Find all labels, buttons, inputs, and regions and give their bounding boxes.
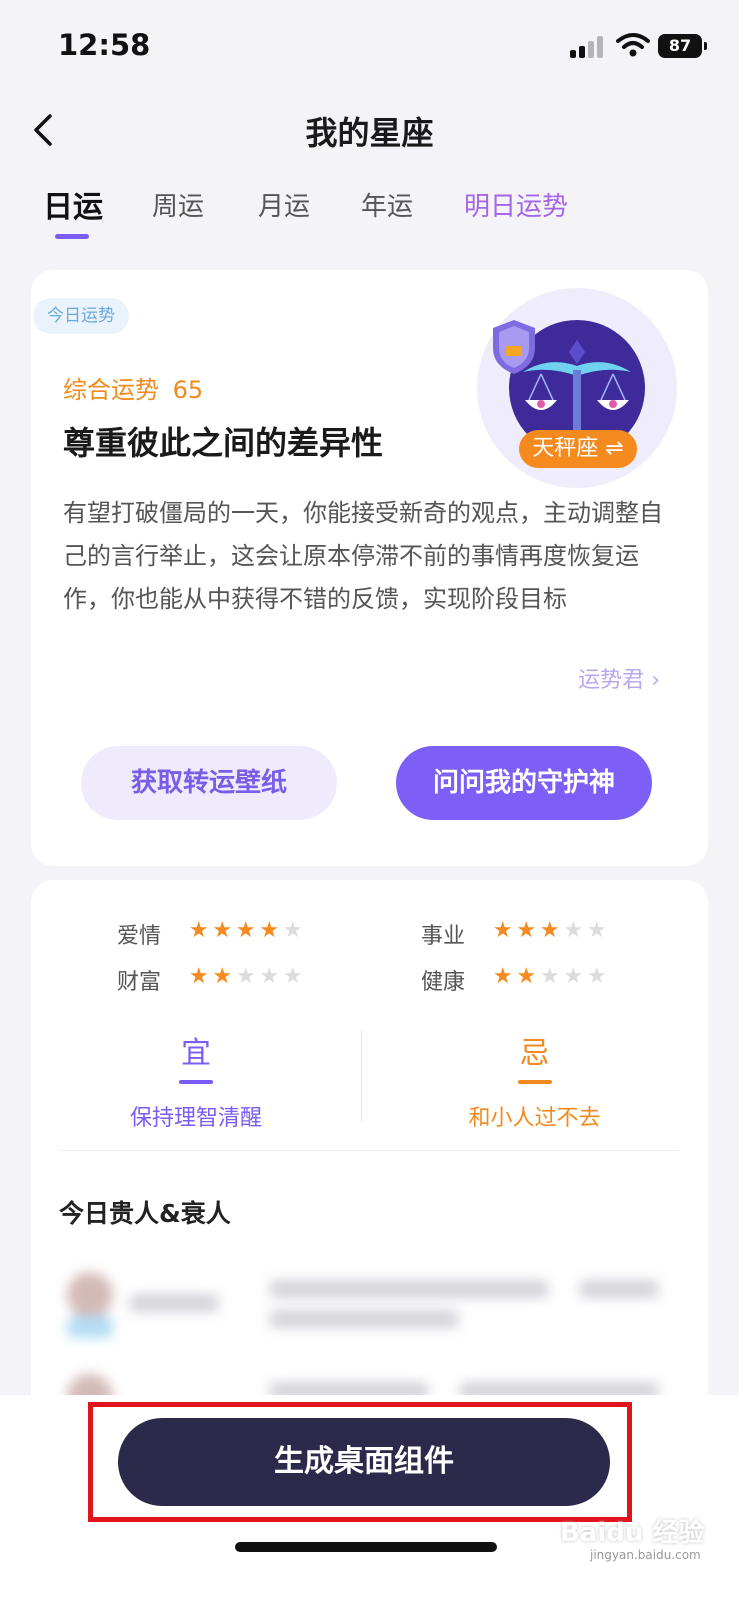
- yi-title: 宜: [181, 1036, 211, 1071]
- tab-daily[interactable]: 日运: [43, 182, 103, 226]
- today-badge: 今日运势: [33, 298, 129, 334]
- status-bar: 12:58 87: [0, 0, 739, 96]
- star-empty-icon: ★: [282, 964, 303, 989]
- wifi-icon: [616, 32, 650, 58]
- overall-score: 综合运势 65: [63, 370, 203, 405]
- ji-title: 忌: [519, 1036, 550, 1071]
- shield-icon: [493, 320, 535, 374]
- page-title: 我的星座: [305, 114, 434, 152]
- blurred-person-row: [59, 1266, 679, 1346]
- star-empty-icon: ★: [563, 918, 584, 943]
- tab-indicator: [55, 234, 89, 239]
- fortune-card: 今日运势 综合运势 65 尊重彼此之间的差异性 有望打破僵局的一天，你能接受新奇…: [31, 270, 708, 866]
- helper-link-label: 运势君: [578, 668, 645, 693]
- star-filled-icon: ★: [235, 918, 256, 943]
- home-indicator: [235, 1542, 497, 1552]
- fortune-headline: 尊重彼此之间的差异性: [63, 424, 384, 462]
- score-label: 综合运势: [63, 376, 159, 404]
- zodiac-switch-label[interactable]: 天秤座 ⇌: [519, 430, 637, 468]
- star-filled-icon: ★: [516, 964, 537, 989]
- tab-bar: 日运 周运 月运 年运 明日运势: [0, 178, 739, 244]
- divider: [59, 1150, 679, 1151]
- star-rating: ★ ★ ★ ★ ★: [491, 918, 609, 943]
- helper-link[interactable]: 运势君 ›: [578, 662, 660, 694]
- yi-section: 宜 保持理智清醒: [31, 1028, 361, 1132]
- yi-underline: [179, 1080, 213, 1084]
- tab-weekly[interactable]: 周运: [152, 186, 204, 223]
- avatar: [67, 1272, 113, 1318]
- signal-icon: [570, 36, 606, 58]
- get-wallpaper-button[interactable]: 获取转运壁纸: [81, 746, 337, 820]
- detail-card: 爱情 ★ ★ ★ ★ ★ 事业 ★ ★ ★ ★ ★ 财富 ★ ★ ★ ★ ★ 健康 ★ ★ ★ ★ ★ 宜 保持…: [31, 880, 708, 1440]
- star-empty-icon: ★: [586, 964, 607, 989]
- nav-bar: 我的星座: [0, 96, 739, 166]
- star-filled-icon: ★: [539, 918, 560, 943]
- tab-tomorrow[interactable]: 明日运势: [464, 186, 568, 223]
- ji-section: 忌 和小人过不去: [361, 1028, 708, 1132]
- star-filled-icon: ★: [188, 964, 209, 989]
- star-empty-icon: ★: [539, 964, 560, 989]
- star-empty-icon: ★: [282, 918, 303, 943]
- avatar-tag: [67, 1316, 113, 1338]
- rating-label: 爱情: [117, 924, 162, 949]
- star-empty-icon: ★: [235, 964, 256, 989]
- rating-label: 健康: [421, 970, 466, 995]
- nobles-section-title: 今日贵人&衰人: [59, 1199, 231, 1228]
- star-filled-icon: ★: [212, 918, 233, 943]
- star-empty-icon: ★: [259, 964, 280, 989]
- ji-text: 和小人过不去: [468, 1106, 601, 1131]
- star-filled-icon: ★: [492, 918, 513, 943]
- watermark-logo: Baidu 经验: [560, 1518, 705, 1548]
- ji-underline: [517, 1080, 552, 1084]
- star-empty-icon: ★: [586, 918, 607, 943]
- star-filled-icon: ★: [188, 918, 209, 943]
- tab-yearly[interactable]: 年运: [361, 186, 413, 223]
- rating-label: 事业: [421, 924, 466, 949]
- star-filled-icon: ★: [492, 964, 513, 989]
- zodiac-badge[interactable]: 天秤座 ⇌: [477, 288, 677, 488]
- yi-text: 保持理智清醒: [129, 1106, 262, 1131]
- highlight-annotation: [88, 1402, 632, 1522]
- rating-label: 财富: [117, 970, 162, 995]
- battery-icon: 87: [658, 34, 707, 58]
- star-filled-icon: ★: [259, 918, 280, 943]
- fortune-description: 有望打破僵局的一天，你能接受新奇的观点，主动调整自己的言行举止，这会让原本停滞不…: [63, 499, 663, 613]
- zodiac-sign-name: 天秤座: [532, 436, 599, 461]
- ask-guardian-button[interactable]: 问问我的守护神: [396, 746, 652, 820]
- star-filled-icon: ★: [212, 964, 233, 989]
- star-rating: ★ ★ ★ ★ ★: [187, 918, 305, 943]
- watermark-url: jingyan.baidu.com: [590, 1548, 701, 1562]
- star-rating: ★ ★ ★ ★ ★: [187, 964, 305, 989]
- star-empty-icon: ★: [563, 964, 584, 989]
- tab-monthly[interactable]: 月运: [258, 186, 310, 223]
- star-filled-icon: ★: [516, 918, 537, 943]
- star-rating: ★ ★ ★ ★ ★: [491, 964, 609, 989]
- swap-icon: ⇌: [605, 436, 624, 461]
- score-value: 65: [172, 376, 204, 404]
- status-time: 12:58: [58, 28, 151, 62]
- chevron-right-icon: ›: [651, 668, 660, 693]
